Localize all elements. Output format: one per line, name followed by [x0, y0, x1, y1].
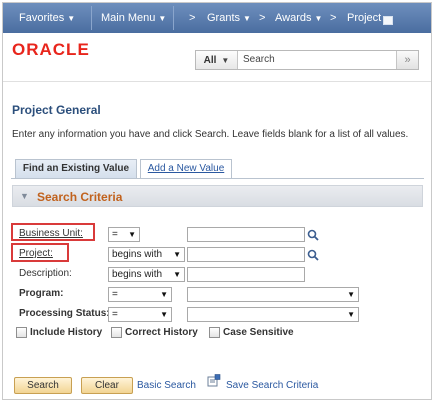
main-menu[interactable]: Main Menu ▼ [101, 3, 166, 33]
chevron-down-icon: ▼ [67, 14, 76, 23]
new-window-icon[interactable] [383, 15, 394, 25]
page-instructions: Enter any information you have and click… [12, 129, 409, 140]
chevron-down-icon: ▼ [221, 55, 230, 65]
chevron-down-icon: ▼ [128, 230, 136, 239]
checkbox-box[interactable] [209, 327, 220, 338]
search-button[interactable]: Search [14, 377, 72, 394]
chevron-down-icon: ▼ [158, 14, 167, 23]
lookup-icon[interactable] [307, 229, 319, 241]
search-input[interactable]: Search [238, 51, 396, 69]
business-unit-operator[interactable]: = ▼ [108, 227, 140, 242]
nav-divider [91, 6, 92, 30]
processing-status-label: Processing Status: [19, 308, 110, 319]
project-input[interactable] [187, 247, 305, 262]
breadcrumb-separator: > [189, 12, 196, 24]
correct-history-label: Correct History [125, 327, 198, 338]
oracle-logo: ORACLE [12, 40, 90, 59]
collapse-triangle-icon[interactable]: ▼ [20, 191, 29, 201]
chevron-down-icon: ▼ [173, 270, 181, 279]
description-operator[interactable]: begins with ▼ [108, 267, 185, 282]
global-search: All ▼ Search » [195, 50, 419, 70]
chevron-down-icon: ▼ [160, 290, 168, 299]
business-unit-input[interactable] [187, 227, 305, 242]
project-field-label: Project: [19, 248, 53, 259]
basic-search-link[interactable]: Basic Search [137, 380, 196, 391]
tab-underline [11, 178, 424, 179]
chevron-down-icon: ▼ [347, 310, 355, 319]
processing-status-operator-value: = [112, 309, 118, 320]
search-criteria-label: Search Criteria [37, 190, 123, 204]
processing-status-operator[interactable]: = ▼ [108, 307, 172, 322]
clear-button[interactable]: Clear [81, 377, 133, 394]
search-scope-select[interactable]: All ▼ [196, 51, 238, 69]
page-title: Project General [12, 103, 101, 117]
description-operator-value: begins with [112, 269, 163, 280]
case-sensitive-checkbox[interactable]: Case Sensitive [209, 327, 294, 338]
tab-add-new-value-label: Add a New Value [147, 163, 225, 174]
nav-divider [173, 6, 174, 30]
business-unit-operator-value: = [112, 229, 118, 240]
browser-frame: Favorites ▼ Main Menu ▼ > Grants ▼ > Awards… [2, 2, 432, 400]
favorites-label: Favorites [19, 12, 65, 24]
breadcrumb-grants[interactable]: Grants ▼ [207, 3, 251, 33]
project-operator[interactable]: begins with ▼ [108, 247, 185, 262]
breadcrumb-separator: > [330, 12, 337, 24]
program-operator-value: = [112, 289, 118, 300]
awards-label: Awards [275, 12, 312, 24]
tab-add-new-value[interactable]: Add a New Value [140, 159, 232, 178]
search-scope-value: All [203, 54, 217, 66]
checkbox-box[interactable] [16, 327, 27, 338]
description-label: Description: [19, 268, 72, 279]
business-unit-label: Business Unit: [19, 228, 83, 239]
tab-find-existing-value[interactable]: Find an Existing Value [15, 159, 137, 178]
correct-history-checkbox[interactable]: Correct History [111, 327, 198, 338]
chevron-down-icon: ▼ [160, 310, 168, 319]
checkbox-box[interactable] [111, 327, 122, 338]
program-select[interactable]: ▼ [187, 287, 359, 302]
breadcrumb-awards[interactable]: Awards ▼ [275, 3, 322, 33]
save-search-icon[interactable] [207, 374, 221, 387]
header-divider [3, 81, 431, 82]
search-go-button[interactable]: » [396, 51, 418, 69]
description-input[interactable] [187, 267, 305, 282]
chevron-down-icon: ▼ [347, 290, 355, 299]
chevron-down-icon: ▼ [243, 14, 251, 23]
include-history-label: Include History [30, 327, 103, 338]
breadcrumb-separator: > [259, 12, 266, 24]
program-label: Program: [19, 288, 64, 299]
favorites-menu[interactable]: Favorites ▼ [19, 3, 75, 33]
program-operator[interactable]: = ▼ [108, 287, 172, 302]
project-label: Project [347, 12, 382, 24]
chevron-down-icon: ▼ [173, 250, 181, 259]
project-operator-value: begins with [112, 249, 163, 260]
main-menu-label: Main Menu [101, 12, 156, 24]
lookup-icon[interactable] [307, 249, 319, 261]
case-sensitive-label: Case Sensitive [223, 327, 294, 338]
save-search-criteria-link[interactable]: Save Search Criteria [226, 380, 318, 391]
search-criteria-header[interactable]: ▼ Search Criteria [12, 185, 423, 207]
top-navigation: Favorites ▼ Main Menu ▼ > Grants ▼ > Awards… [3, 3, 431, 33]
breadcrumb-project[interactable]: Project [347, 3, 394, 33]
chevron-down-icon: ▼ [314, 14, 323, 23]
grants-label: Grants [207, 12, 241, 24]
include-history-checkbox[interactable]: Include History [16, 327, 102, 338]
processing-status-select[interactable]: ▼ [187, 307, 359, 322]
